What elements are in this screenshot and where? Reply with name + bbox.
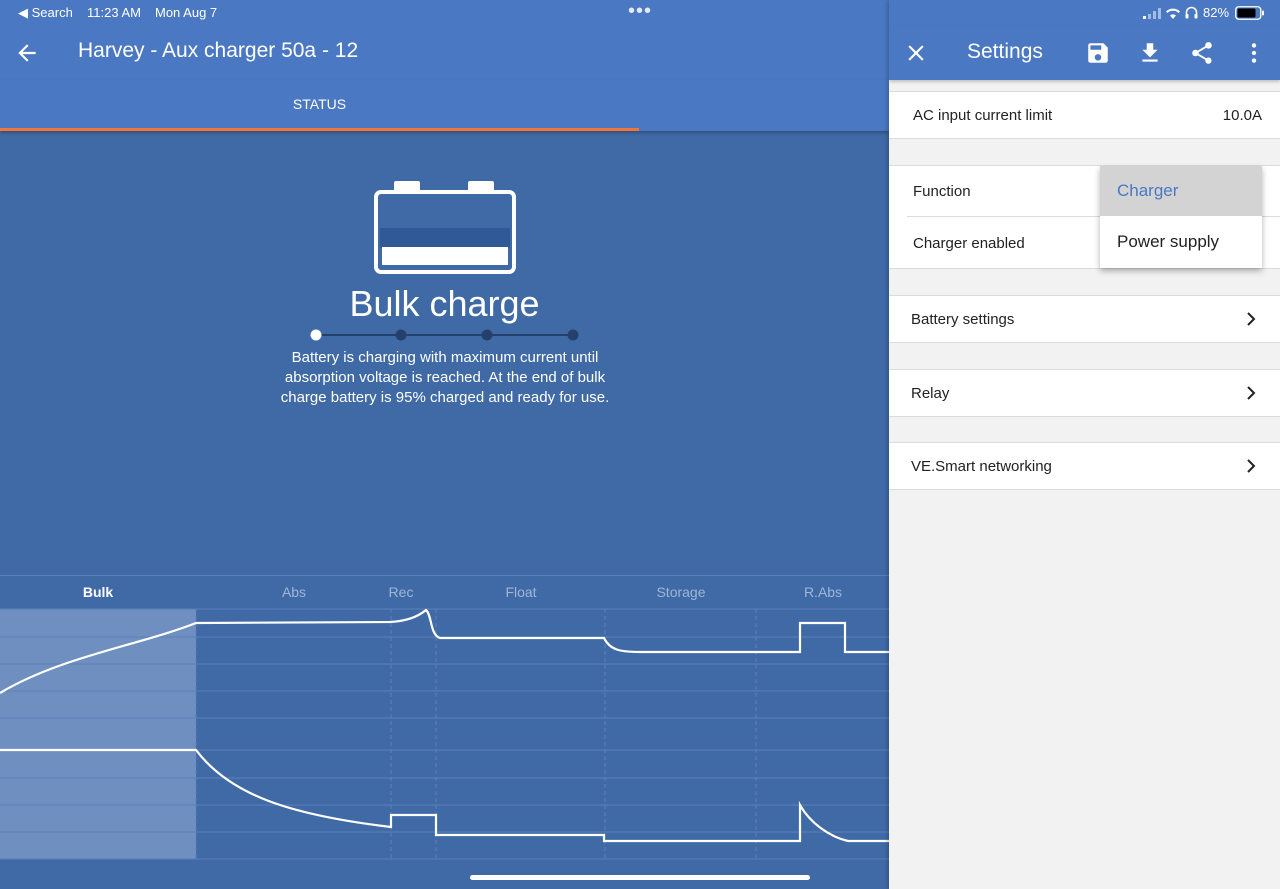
page-title: Harvey - Aux charger 50a - 12 bbox=[78, 39, 359, 62]
home-indicator[interactable] bbox=[470, 875, 810, 880]
chevron-right-icon bbox=[1247, 459, 1256, 473]
app-bar: Harvey - Aux charger 50a - 12 bbox=[0, 26, 889, 80]
stage-step-4 bbox=[567, 329, 579, 341]
relay-label: Relay bbox=[911, 385, 950, 402]
charge-state-description: Battery is charging with maximum current… bbox=[280, 349, 610, 406]
battery-settings-row[interactable]: Battery settings bbox=[889, 295, 1280, 343]
active-tab-indicator bbox=[0, 128, 639, 131]
download-icon[interactable] bbox=[1137, 40, 1163, 66]
tab-bar: STATUS bbox=[0, 80, 889, 131]
chevron-right-icon bbox=[1247, 312, 1256, 326]
device-battery-icon bbox=[1235, 6, 1264, 20]
option-charger[interactable]: Charger bbox=[1100, 166, 1262, 216]
charge-stage-stepper bbox=[310, 329, 579, 341]
phase-label-float: Float bbox=[505, 584, 536, 600]
ac-input-limit-row[interactable]: AC input current limit 10.0A bbox=[889, 91, 1280, 139]
phase-label-storage: Storage bbox=[656, 584, 705, 600]
charge-state-title: Bulk charge bbox=[349, 283, 540, 324]
status-date: Mon Aug 7 bbox=[155, 5, 218, 20]
multitasking-dots-icon[interactable]: ••• bbox=[628, 0, 652, 23]
ac-input-limit-value: 10.0A bbox=[1222, 107, 1262, 124]
headphones-icon bbox=[1185, 6, 1198, 19]
ve-smart-networking-label: VE.Smart networking bbox=[911, 458, 1052, 475]
back-to-search-link[interactable]: ◀ Search bbox=[18, 5, 73, 21]
stage-step-2 bbox=[395, 329, 407, 341]
share-icon[interactable] bbox=[1189, 40, 1215, 66]
settings-title: Settings bbox=[967, 40, 1043, 63]
relay-row[interactable]: Relay bbox=[889, 369, 1280, 417]
ios-status-bar-right: 82% bbox=[889, 0, 1280, 26]
save-icon[interactable] bbox=[1085, 40, 1111, 66]
chevron-right-icon bbox=[1247, 386, 1256, 400]
option-power-supply[interactable]: Power supply bbox=[1100, 216, 1262, 268]
phase-label-abs: Abs bbox=[282, 584, 306, 600]
battery-percent: 82% bbox=[1203, 5, 1230, 20]
settings-app-bar: Settings bbox=[889, 26, 1280, 80]
ios-status-bar: ◀ Search 11:23 AM Mon Aug 7 ••• bbox=[0, 0, 889, 26]
bulk-phase-highlight bbox=[0, 609, 196, 859]
more-vert-icon[interactable] bbox=[1241, 40, 1267, 66]
charger-enabled-label: Charger enabled bbox=[913, 235, 1025, 252]
battery-icon bbox=[374, 181, 516, 274]
close-icon[interactable] bbox=[903, 40, 929, 66]
battery-settings-label: Battery settings bbox=[911, 311, 1015, 328]
function-dropdown-menu: Charger Power supply bbox=[1100, 166, 1262, 268]
stage-step-1 bbox=[310, 329, 322, 341]
tab-status[interactable]: STATUS bbox=[0, 80, 639, 128]
stage-step-3 bbox=[481, 329, 493, 341]
charge-cycle-chart: Bulk Abs Rec Float Storage R.Abs bbox=[0, 575, 889, 860]
phase-label-rec: Rec bbox=[389, 584, 414, 600]
function-label: Function bbox=[913, 183, 971, 200]
settings-pane: 82% Settings AC input current limit 10.0… bbox=[889, 0, 1280, 889]
phase-label-rabs: R.Abs bbox=[804, 584, 842, 600]
status-time: 11:23 AM bbox=[87, 5, 141, 20]
ac-input-limit-label: AC input current limit bbox=[913, 107, 1053, 124]
back-arrow-icon[interactable] bbox=[14, 40, 40, 66]
device-status-pane: ◀ Search 11:23 AM Mon Aug 7 ••• Harvey -… bbox=[0, 0, 889, 889]
ve-smart-networking-row[interactable]: VE.Smart networking bbox=[889, 442, 1280, 490]
wifi-icon bbox=[1166, 8, 1180, 19]
signal-icon bbox=[1143, 8, 1161, 19]
phase-label-bulk: Bulk bbox=[83, 584, 114, 600]
